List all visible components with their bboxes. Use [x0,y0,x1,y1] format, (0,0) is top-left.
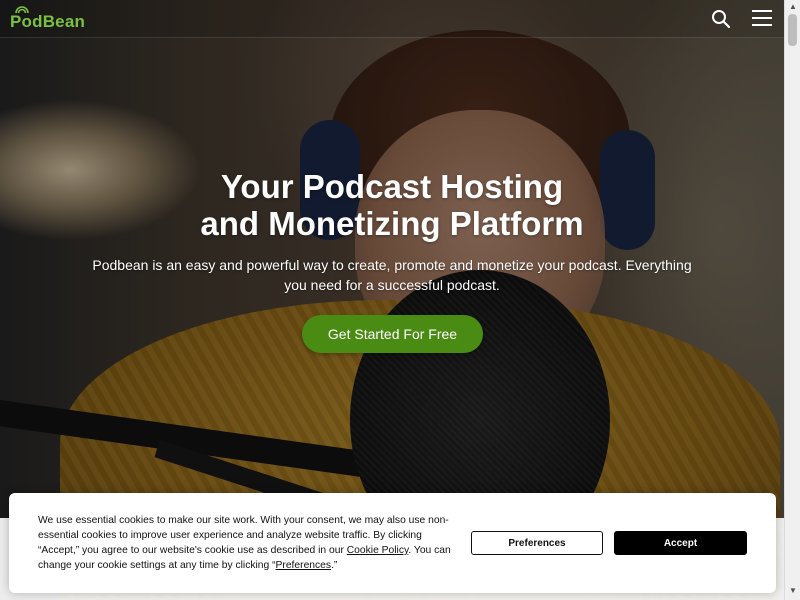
get-started-button[interactable]: Get Started For Free [302,315,483,353]
site-header: PodBean [0,0,784,38]
hero-title-line2: and Monetizing Platform [200,205,584,242]
scrollbar-thumb[interactable] [788,14,797,46]
hamburger-menu-icon[interactable] [751,8,773,28]
hero-title-line1: Your Podcast Hosting [220,168,564,205]
scroll-up-arrow-icon[interactable]: ▲ [788,2,798,12]
cookie-notice-text: We use essential cookies to make our sit… [38,513,458,573]
accept-button[interactable]: Accept [614,531,747,555]
search-icon[interactable] [710,8,732,30]
hero-title: Your Podcast Hosting and Monetizing Plat… [92,168,692,242]
cookie-policy-link[interactable]: Cookie Policy [347,545,409,556]
scroll-down-arrow-icon[interactable]: ▼ [788,586,798,596]
hero-subtitle-line2: you need for a successful podcast. [284,277,500,293]
preferences-button[interactable]: Preferences [471,531,603,555]
logo-text: PodBean [10,12,86,31]
browser-viewport: PodBean Your Podcast Hosting and Monetiz… [0,0,800,600]
hero-subtitle-line1: Podbean is an easy and powerful way to c… [92,257,692,273]
hero-subtitle: Podbean is an easy and powerful way to c… [92,255,692,295]
page-scrollbar[interactable]: ▲ ▼ [784,0,800,600]
podbean-logo[interactable]: PodBean [10,6,85,32]
cookie-consent-banner: We use essential cookies to make our sit… [9,493,776,593]
cookie-text-part3: .” [331,560,338,571]
preferences-link[interactable]: Preferences [276,560,332,571]
